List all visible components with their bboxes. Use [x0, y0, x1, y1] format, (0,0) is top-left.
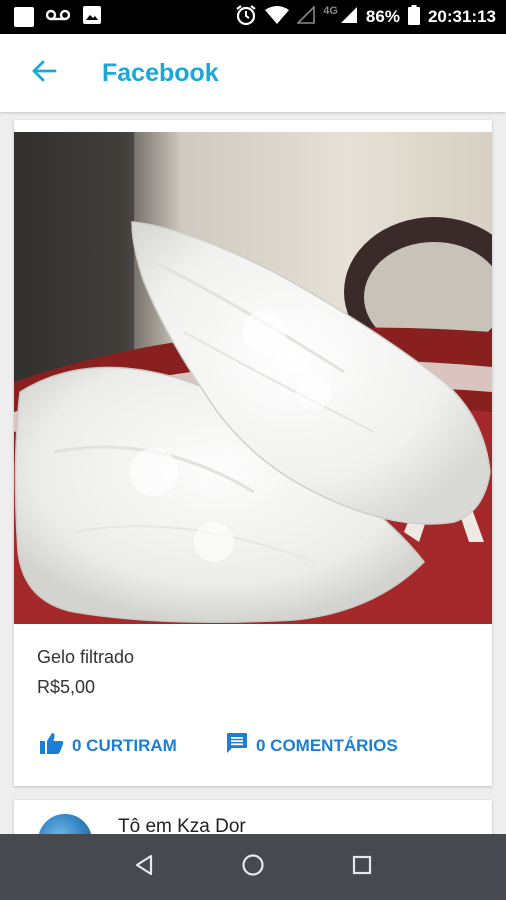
- navigation-bar: [0, 834, 506, 900]
- avatar[interactable]: [36, 812, 94, 834]
- comment-button[interactable]: 0 COMENTÁRIOS: [226, 732, 398, 759]
- next-post-title: Tô em Kza Dor: [118, 816, 246, 834]
- next-post-card[interactable]: Tô em Kza Dor: [14, 800, 492, 834]
- app-bar: Facebook: [0, 34, 506, 112]
- clock: 20:31:13: [427, 7, 496, 26]
- comments-label: 0 COMENTÁRIOS: [256, 735, 398, 755]
- image-icon: [82, 5, 102, 30]
- likes-label: 0 CURTIRAM: [72, 735, 177, 755]
- comment-icon: [226, 732, 248, 759]
- home-circle-icon: [241, 853, 265, 882]
- arrow-back-icon: [32, 60, 57, 87]
- nav-recents-button[interactable]: [342, 847, 382, 887]
- nav-back-button[interactable]: [124, 847, 164, 887]
- wifi-icon: [265, 5, 290, 29]
- thumbs-up-icon: [40, 732, 64, 759]
- like-button[interactable]: 0 CURTIRAM: [40, 732, 177, 759]
- product-photo[interactable]: [14, 132, 492, 624]
- page-title: Facebook: [102, 58, 219, 87]
- recents-square-icon: [352, 855, 372, 880]
- feed[interactable]: Gelo filtrado R$5,00 0 CURTIRAM 0 COMENT…: [0, 112, 506, 834]
- notification-square-icon: [14, 7, 34, 27]
- back-button[interactable]: [0, 34, 90, 112]
- back-triangle-icon: [134, 854, 154, 881]
- post-card: Gelo filtrado R$5,00 0 CURTIRAM 0 COMENT…: [14, 120, 492, 786]
- voicemail-icon: [45, 8, 71, 27]
- battery-icon: [407, 4, 420, 30]
- network-type-label: 4G: [323, 5, 338, 17]
- signal-empty-icon: [296, 4, 316, 29]
- product-name: Gelo filtrado: [37, 647, 135, 667]
- battery-percent: 86%: [365, 7, 400, 26]
- status-bar: 4G 86% 20:31:13: [0, 0, 506, 34]
- product-price: R$5,00: [37, 677, 96, 697]
- alarm-icon: [235, 4, 257, 31]
- nav-home-button[interactable]: [233, 847, 273, 887]
- signal-icon: [340, 6, 358, 29]
